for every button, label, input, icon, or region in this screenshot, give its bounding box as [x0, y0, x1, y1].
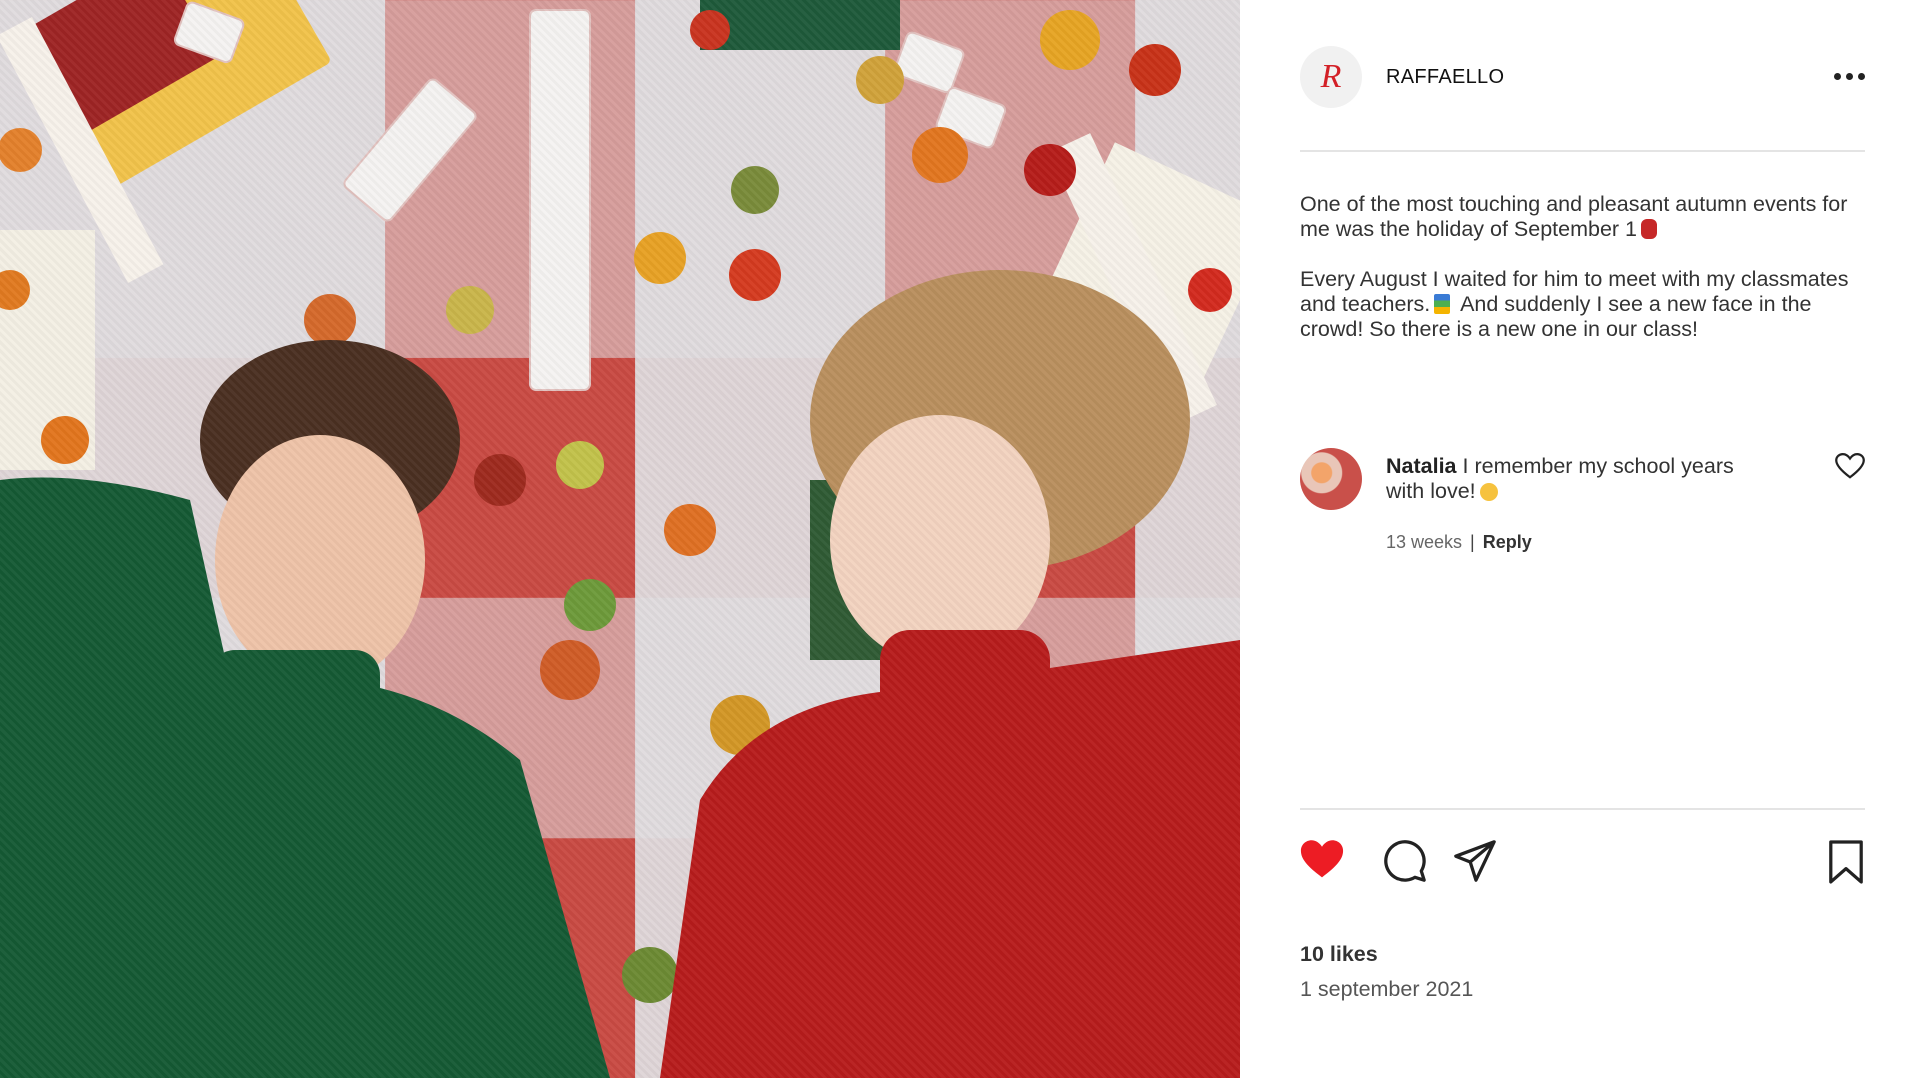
more-options-icon[interactable] [1829, 68, 1865, 84]
account-avatar[interactable]: R [1300, 46, 1362, 108]
post-actions [1300, 838, 1865, 888]
likes-count[interactable]: 10 likes [1300, 942, 1378, 967]
avatar-letter: R [1320, 58, 1342, 95]
comment-bubble-icon[interactable] [1382, 838, 1428, 884]
comment-body: Natalia I remember my school years with l… [1386, 454, 1776, 504]
post-photo[interactable] [0, 0, 1240, 1078]
actions-divider [1300, 808, 1865, 810]
comment-meta-separator: | [1470, 532, 1475, 552]
post-side-panel: R RAFFAELLO One of the most touching and… [1240, 0, 1920, 1078]
commenter-avatar[interactable] [1300, 448, 1362, 510]
laughing-face-emoji-icon [1479, 483, 1498, 501]
comment-author[interactable]: Natalia [1386, 454, 1457, 478]
comment-time: 13 weeks [1386, 532, 1463, 552]
caption-paragraph: One of the most touching and pleasant au… [1300, 192, 1860, 242]
reply-button[interactable]: Reply [1483, 532, 1532, 552]
header-divider [1300, 150, 1865, 152]
like-heart-icon[interactable] [1300, 838, 1344, 880]
books-emoji-icon [1434, 294, 1451, 314]
post-date: 1 september 2021 [1300, 977, 1474, 1001]
comment-meta: 13 weeks | Reply [1386, 532, 1532, 553]
post-header: R RAFFAELLO [1300, 46, 1865, 108]
account-name[interactable]: RAFFAELLO [1386, 66, 1504, 89]
caption-paragraph: Every August I waited for him to meet wi… [1300, 267, 1860, 342]
apple-emoji-icon [1641, 219, 1658, 239]
save-bookmark-icon[interactable] [1827, 838, 1865, 886]
photo-illustration [0, 0, 1240, 1078]
post-caption: One of the most touching and pleasant au… [1300, 192, 1860, 367]
comment-like-heart-icon[interactable] [1835, 452, 1865, 480]
share-send-icon[interactable] [1452, 838, 1498, 884]
caption-paragraph-1: One of the most touching and pleasant au… [1300, 192, 1848, 241]
